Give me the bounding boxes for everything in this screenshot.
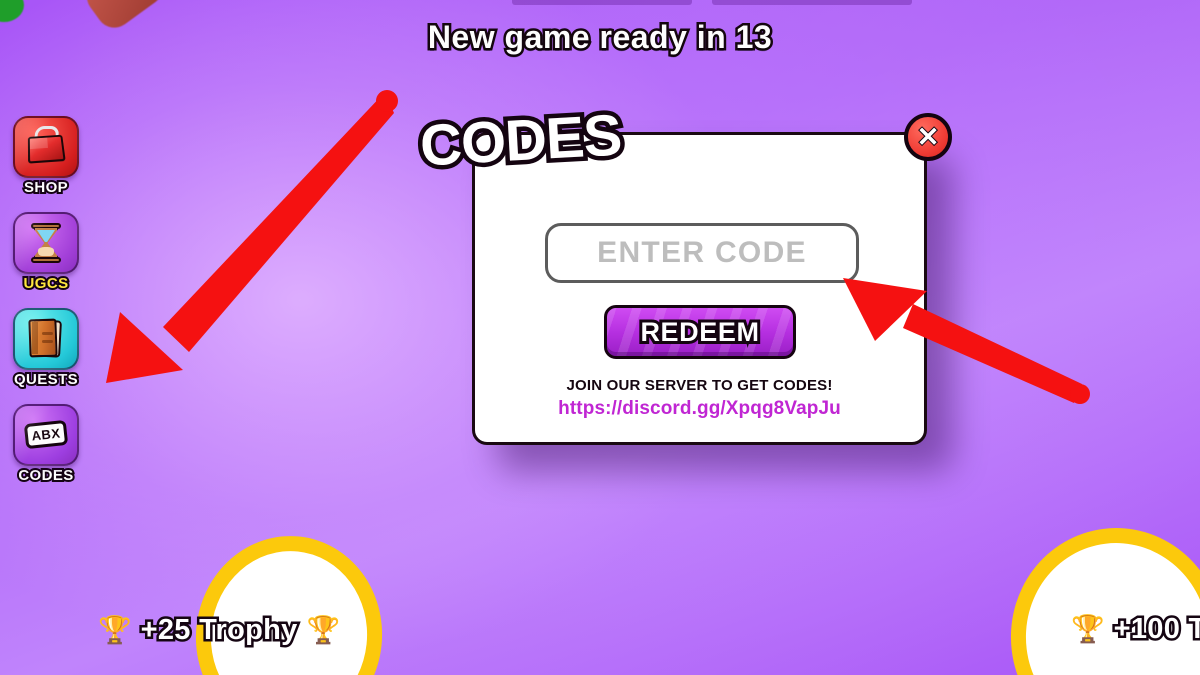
codes-dialog: CODES ✕ REDEEM JOIN OUR SERVER TO GET CO… <box>414 98 952 445</box>
redeem-label: REDEEM <box>637 314 762 350</box>
hourglass-icon <box>24 222 68 264</box>
codes-tile: ABX <box>13 404 79 466</box>
sidebar-label-shop: SHOP <box>22 177 70 198</box>
reward-oval-left <box>186 526 392 675</box>
book-icon <box>24 318 68 360</box>
shop-tile <box>13 116 79 178</box>
ugcs-tile <box>13 212 79 274</box>
quests-tile <box>13 308 79 370</box>
abx-tag-icon: ABX <box>23 414 69 456</box>
reward-oval-right <box>998 515 1200 675</box>
sidebar-item-ugcs[interactable]: UGCS <box>12 212 80 294</box>
shop-basket-icon <box>24 126 68 168</box>
discord-link[interactable]: https://discord.gg/Xpqg8VapJu <box>475 398 924 420</box>
game-status-text: New game ready in 13 <box>425 17 774 58</box>
trophy-icon: 🏆 <box>98 615 132 645</box>
hud-bar-right <box>712 0 912 5</box>
sidebar-menu: SHOP UGCS QUESTS ABX CODES <box>12 116 90 486</box>
code-input[interactable] <box>545 223 859 283</box>
sidebar-item-codes[interactable]: ABX CODES <box>12 404 80 486</box>
sidebar-label-quests: QUESTS <box>12 369 80 390</box>
join-server-text: JOIN OUR SERVER TO GET CODES! <box>566 377 833 394</box>
dialog-title: CODES <box>414 98 628 183</box>
reward-amount-left: +25 Trophy <box>138 612 300 649</box>
sidebar-item-shop[interactable]: SHOP <box>12 116 80 198</box>
close-glyph: ✕ <box>916 121 941 152</box>
trophy-icon: 🏆 <box>1071 614 1105 644</box>
reward-banner-right: 🏆 +100 Tr <box>1071 611 1200 648</box>
sidebar-item-quests[interactable]: QUESTS <box>12 308 80 390</box>
abx-tag-text: ABX <box>30 425 62 444</box>
close-icon[interactable]: ✕ <box>904 113 952 161</box>
game-screen: New game ready in 13 SHOP UGCS QUESTS AB… <box>0 0 1200 675</box>
reward-amount-right: +100 Tr <box>1111 611 1200 648</box>
redeem-button[interactable]: REDEEM <box>604 305 796 359</box>
sidebar-label-ugcs: UGCS <box>22 273 71 294</box>
trophy-icon: 🏆 <box>306 615 341 645</box>
hud-bar-left <box>512 0 692 5</box>
reward-banner-left: 🏆 +25 Trophy 🏆 <box>98 612 341 649</box>
sidebar-label-codes: CODES <box>16 465 75 486</box>
